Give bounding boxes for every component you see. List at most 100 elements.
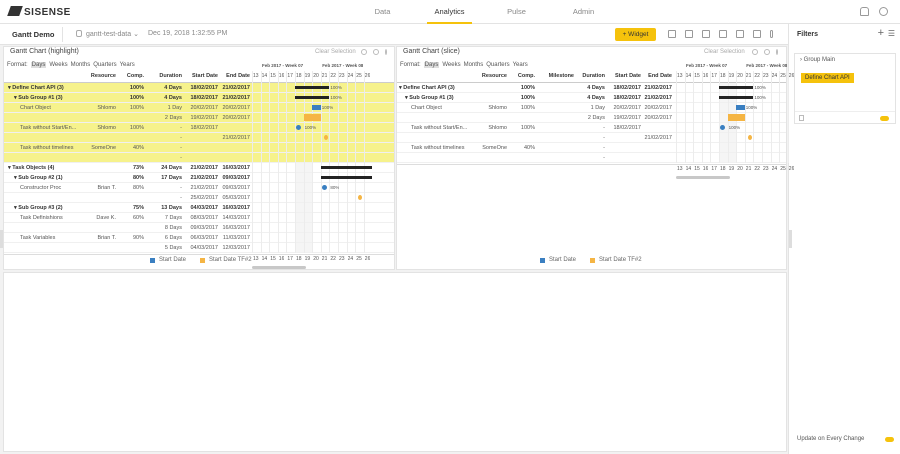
tab-pulse[interactable]: Pulse [494,0,539,24]
right-resize-handle[interactable] [789,230,792,248]
format-quarters[interactable]: Quarters [486,62,509,68]
column-header[interactable]: Resource [86,73,116,79]
legend-tf2[interactable]: Start Date TF#2 [209,257,252,263]
tab-data[interactable]: Data [360,0,405,24]
bell-icon[interactable] [860,7,869,16]
chart-icon[interactable] [702,30,710,38]
clear-selection-button[interactable]: Clear Selection [704,49,745,55]
milestone-dot[interactable] [720,125,725,130]
column-header[interactable]: Duration [575,73,605,79]
format-years[interactable]: Years [513,62,528,68]
legend-start[interactable]: Start Date [549,257,576,263]
task-name[interactable]: ▾ Sub Group #3 (2) [14,205,86,211]
milestone-dot[interactable] [296,125,301,130]
summary-bar[interactable] [320,166,373,169]
column-header[interactable]: Start Date [609,73,641,79]
user-icon[interactable] [879,7,888,16]
tab-analytics[interactable]: Analytics [427,0,472,24]
summary-bar[interactable] [295,86,330,89]
column-header[interactable]: Start Date [186,73,218,79]
format-weeks[interactable]: Weeks [49,62,67,68]
task-name[interactable]: ▾ Define Chart API (3) [399,85,477,91]
task-name[interactable]: ▾ Define Chart API (3) [8,85,86,91]
milestone-dot[interactable] [321,185,327,190]
add-widget-button[interactable]: + Widget [615,28,656,41]
edit-icon[interactable] [764,49,770,55]
milestone-dot[interactable] [323,135,328,140]
task-name[interactable]: Chart Object [411,105,477,111]
task-name[interactable]: Task Variables [20,235,86,241]
edit-icon[interactable] [373,49,379,55]
task-name[interactable]: Task without Start/En... [411,125,477,131]
column-header[interactable]: End Date [220,73,250,79]
task-name[interactable]: Task without timelines [20,145,86,151]
tab-admin[interactable]: Admin [561,0,606,24]
table-row[interactable] [4,153,394,163]
task-bar-tf2[interactable] [303,114,321,121]
day-label: 19 [728,73,735,79]
table-cell: - [180,125,182,131]
day-gridline [363,71,365,253]
left-resize-handle[interactable] [0,230,3,248]
legend-start[interactable]: Start Date [159,257,186,263]
summary-bar[interactable] [320,176,373,179]
task-bar-tf2[interactable] [727,114,745,121]
column-header[interactable]: Comp. [119,73,144,79]
update-every-change-toggle[interactable] [885,437,894,442]
more-icon[interactable] [385,49,387,55]
task-name[interactable]: ▾ Sub Group #1 (3) [405,95,477,101]
clear-selection-button[interactable]: Clear Selection [315,49,356,55]
task-name[interactable]: Constructor Proc [20,185,86,191]
filter-icon[interactable] [685,30,693,38]
filter-chip[interactable]: Define Chart API [801,73,854,83]
lock-icon[interactable] [799,115,804,121]
summary-bar[interactable] [295,96,330,99]
legend-tf2[interactable]: Start Date TF#2 [599,257,642,263]
task-bar-start[interactable] [736,105,745,110]
text-icon[interactable] [668,30,676,38]
task-name[interactable]: Task Definishions [20,215,86,221]
milestone-dot[interactable] [747,135,752,140]
format-quarters[interactable]: Quarters [93,62,116,68]
format-years[interactable]: Years [120,62,135,68]
format-months[interactable]: Months [464,62,484,68]
format-days[interactable]: Days [423,62,440,68]
table-cell: 04/03/2017 [190,245,218,251]
column-header[interactable]: Milestone [537,73,574,79]
sisense-logo[interactable]: SISENSE [7,6,71,18]
filters-menu-icon[interactable]: ☰ [888,29,895,38]
datasource-selector[interactable]: gantt-test-data ⌄ [76,30,139,38]
summary-bar[interactable] [719,96,754,99]
task-name[interactable]: Task without Start/En... [20,125,86,131]
more-icon[interactable] [770,30,773,38]
column-header[interactable]: Comp. [507,73,535,79]
table-row[interactable] [4,133,394,143]
summary-bar[interactable] [719,86,754,89]
format-months[interactable]: Months [71,62,91,68]
more-icon[interactable] [776,49,778,55]
task-name[interactable]: ▾ Task Objects (4) [8,165,86,171]
format-days[interactable]: Days [30,62,47,68]
column-header[interactable]: End Date [644,73,672,79]
filter-group-title[interactable]: › Group Main [800,57,835,63]
table-cell: 17 Days [161,175,182,181]
horizontal-scrollbar[interactable] [252,266,307,269]
day-gridline [787,71,789,163]
info-icon[interactable] [361,49,367,55]
horizontal-scrollbar[interactable] [676,176,731,179]
table-cell: 80% [132,175,144,181]
column-header[interactable]: Duration [154,73,182,79]
layout-icon[interactable] [719,30,727,38]
monitor-icon[interactable] [753,30,761,38]
column-header[interactable]: Resource [477,73,507,79]
task-bar-start[interactable] [312,105,321,110]
filter-toggle[interactable] [880,116,889,121]
task-name[interactable]: ▾ Sub Group #1 (3) [14,95,86,101]
share-icon[interactable] [736,30,744,38]
task-name[interactable]: Task without timelines [411,145,477,151]
info-icon[interactable] [752,49,758,55]
task-name[interactable]: Chart Object [20,105,86,111]
add-filter-icon[interactable]: + [878,27,884,39]
task-name[interactable]: ▾ Sub Group #2 (1) [14,175,86,181]
format-weeks[interactable]: Weeks [442,62,460,68]
